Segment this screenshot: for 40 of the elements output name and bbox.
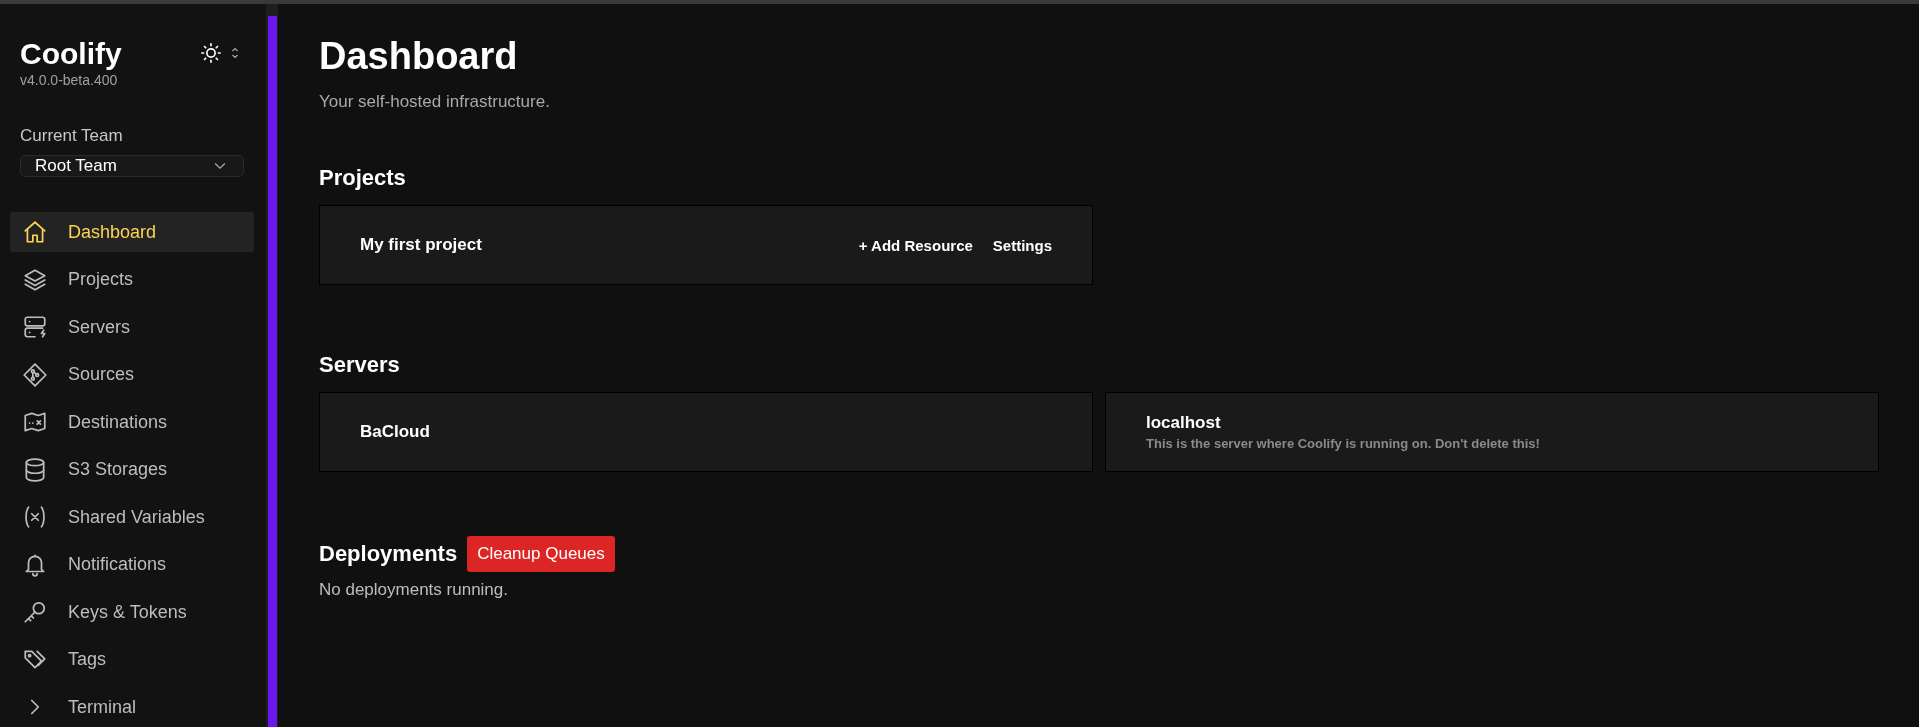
diamond-branch-icon [22,361,48,388]
section-heading: Servers [319,351,401,379]
team-label: Current Team [20,126,124,146]
server-description: This is the server where Coolify is running on. Don't delete this! [1146,436,1541,451]
nav-item[interactable]: Shared Variables [10,497,254,537]
key-icon [22,599,48,625]
sun-icon [200,42,222,64]
scroll-bar[interactable] [266,4,278,727]
page-subtitle: Your self-hosted infrastructure. [319,92,551,112]
section-heading: Deployments [319,540,458,568]
section-heading: Projects [319,164,407,192]
nav-item[interactable]: Dashboard [10,212,254,252]
page-title: Dashboard [319,34,519,79]
app-name: Coolify [20,36,122,72]
version-label: v4.0.0-beta.400 [20,72,119,88]
server-card[interactable]: localhost This is the server where Coolify is running on. Don't delete this! [1105,392,1879,472]
nav-item[interactable]: Destinations [10,402,254,442]
server-card[interactable]: BaCloud [319,392,1093,472]
nav-item[interactable]: Keys & Tokens [10,592,254,632]
server-name: BaCloud [360,422,431,442]
variable-icon [22,504,48,530]
nav-item[interactable]: Projects [10,259,254,300]
server-name: localhost [1146,413,1222,433]
nav-item[interactable]: Terminal [10,687,254,727]
project-action-link[interactable]: + Add Resource [858,236,973,254]
nav-item[interactable]: Notifications [10,544,254,585]
team-select[interactable]: Root Team [20,155,244,177]
nav-item[interactable]: Sources [10,354,254,395]
theme-menu-button[interactable] [200,42,240,64]
server-icon [22,314,48,340]
nav-item[interactable]: Servers [10,307,254,347]
project-action-link[interactable]: Settings [992,236,1052,254]
nav-item[interactable]: Tags [10,639,254,680]
house-icon [22,219,48,245]
empty-state-text: No deployments running. [319,580,509,600]
project-card[interactable]: My first project + Add Resource Settings [319,205,1093,285]
cleanup-queues-button[interactable]: Cleanup Queues [467,536,615,572]
nav-item[interactable]: S3 Storages [10,449,254,490]
database-icon [22,456,48,483]
project-name: My first project [360,235,482,255]
